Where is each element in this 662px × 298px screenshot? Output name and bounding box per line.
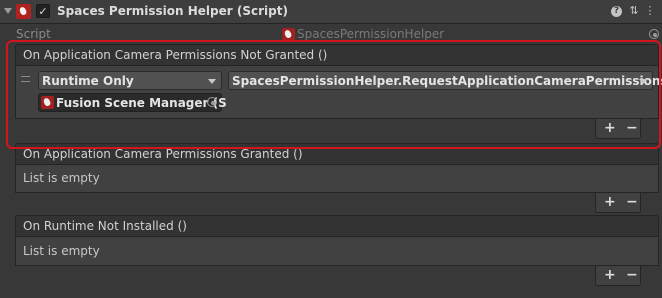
- highlight-box: [6, 40, 661, 149]
- help-icon[interactable]: ?: [611, 6, 622, 17]
- event-header-not-installed: On Runtime Not Installed (): [15, 215, 659, 237]
- add-listener-button[interactable]: +: [604, 194, 616, 210]
- presets-icon[interactable]: ⇅: [627, 4, 641, 18]
- foldout-arrow-icon[interactable]: [4, 8, 12, 14]
- component-enabled-checkbox[interactable]: ✓: [36, 4, 50, 18]
- add-remove-buttons: + −: [595, 266, 641, 286]
- context-menu-icon[interactable]: ⋮: [643, 4, 657, 18]
- remove-listener-button[interactable]: −: [626, 267, 638, 283]
- script-component-icon: [16, 4, 31, 19]
- object-picker-icon[interactable]: [649, 29, 659, 39]
- event-list-not-installed: List is empty: [15, 237, 659, 266]
- empty-list-text: List is empty: [23, 171, 100, 185]
- event-title: On Runtime Not Installed (): [23, 219, 187, 233]
- add-remove-buttons: + −: [595, 193, 641, 213]
- script-label: Script: [16, 27, 51, 41]
- remove-listener-button[interactable]: −: [626, 194, 638, 210]
- script-name: SpacesPermissionHelper: [297, 27, 445, 41]
- check-icon: ✓: [38, 5, 48, 18]
- add-listener-button[interactable]: +: [604, 267, 616, 283]
- event-title: On Application Camera Permissions Grante…: [23, 147, 303, 161]
- empty-list-text: List is empty: [23, 244, 100, 258]
- event-list-granted: List is empty: [15, 165, 659, 193]
- component-title: Spaces Permission Helper (Script): [57, 4, 288, 18]
